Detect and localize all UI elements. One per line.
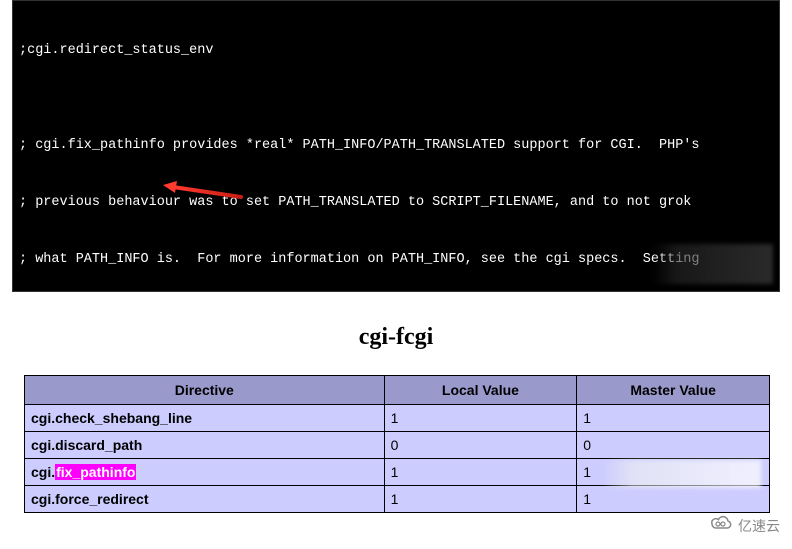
- search-highlight: fix_pathinfo: [55, 464, 136, 480]
- directive-cell: cgi.force_redirect: [25, 486, 385, 513]
- watermark-logo: 亿速云: [708, 514, 780, 537]
- table-row: cgi.check_shebang_line 1 1: [25, 405, 770, 432]
- table-row: cgi.force_redirect 1 1: [25, 486, 770, 513]
- master-value-cell: 0: [577, 432, 770, 459]
- local-value-cell: 1: [384, 405, 577, 432]
- terminal-output: ;cgi.redirect_status_env ; cgi.fix_pathi…: [12, 0, 780, 292]
- watermark-text: 亿速云: [738, 516, 780, 536]
- php-config-table: Directive Local Value Master Value cgi.c…: [24, 375, 770, 513]
- master-value-cell: 1: [577, 459, 770, 486]
- table-row: cgi.fix_pathinfo 1 1: [25, 459, 770, 486]
- terminal-line: ; cgi.fix_pathinfo provides *real* PATH_…: [19, 136, 773, 155]
- section-title: cgi-fcgi: [0, 324, 792, 351]
- censored-region: [601, 460, 761, 488]
- local-value-cell: 0: [384, 432, 577, 459]
- censored-region: [653, 244, 773, 284]
- terminal-line: ; previous behaviour was to set PATH_TRA…: [19, 193, 773, 212]
- directive-cell: cgi.check_shebang_line: [25, 405, 385, 432]
- local-value-cell: 1: [384, 486, 577, 513]
- master-value-cell: 1: [577, 486, 770, 513]
- master-value-cell: 1: [577, 405, 770, 432]
- directive-cell: cgi.discard_path: [25, 432, 385, 459]
- table-header-directive: Directive: [25, 376, 385, 405]
- cloud-icon: [708, 514, 734, 537]
- directive-cell: cgi.fix_pathinfo: [25, 459, 385, 486]
- local-value-cell: 1: [384, 459, 577, 486]
- table-header-master: Master Value: [577, 376, 770, 405]
- terminal-line: ;cgi.redirect_status_env: [19, 41, 773, 60]
- table-header-local: Local Value: [384, 376, 577, 405]
- table-row: cgi.discard_path 0 0: [25, 432, 770, 459]
